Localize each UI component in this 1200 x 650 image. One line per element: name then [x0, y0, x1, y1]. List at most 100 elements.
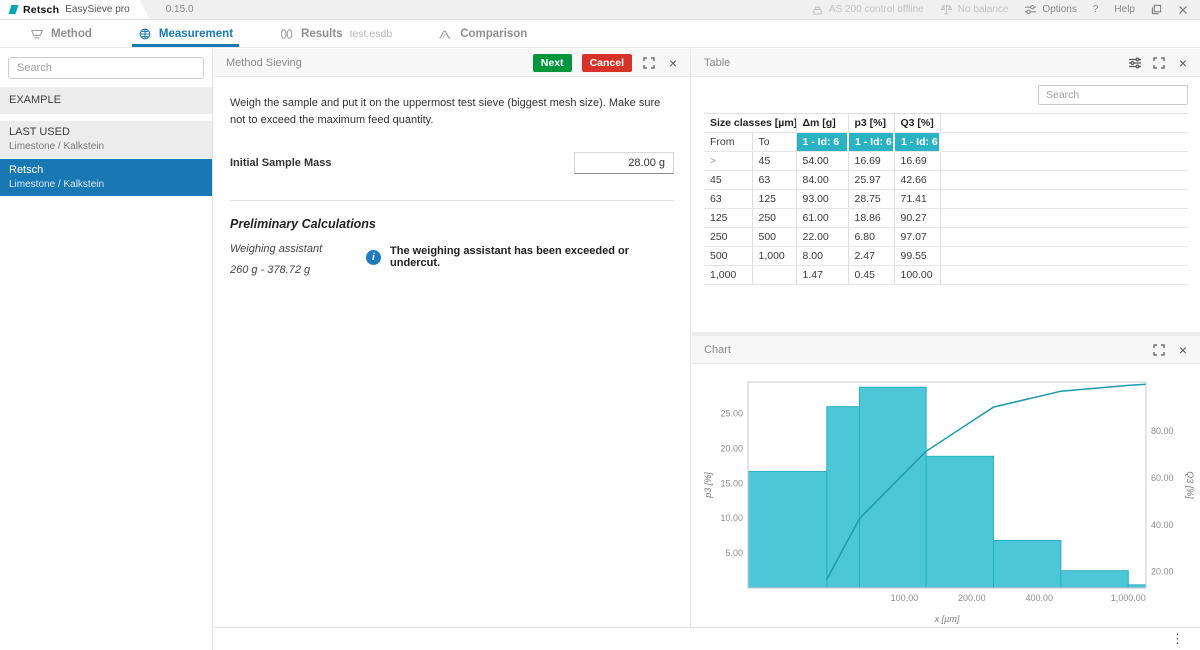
- cell-q3[interactable]: 90.27: [894, 209, 940, 228]
- sidebar-item-example[interactable]: EXAMPLE: [0, 87, 212, 114]
- initial-sample-mass-input[interactable]: [574, 152, 674, 174]
- panel-actions: ×: [1152, 342, 1190, 358]
- quick-help-button[interactable]: ?: [1093, 4, 1099, 15]
- table-search-input[interactable]: [1038, 85, 1188, 105]
- expand-panel-button[interactable]: [642, 55, 656, 71]
- close-window-button[interactable]: [1178, 5, 1188, 15]
- weighing-assistant-range: 260 g - 378.72 g: [230, 264, 342, 276]
- cell-q3[interactable]: 42.66: [894, 171, 940, 190]
- maximize-icon: [1151, 4, 1162, 15]
- section-divider: [230, 200, 674, 201]
- more-options-button[interactable]: ⋮: [1167, 631, 1188, 647]
- titlebar: Retsch EasySieve pro 0.15.0 AS 200 contr…: [0, 0, 1200, 20]
- balance-status: No balance: [940, 3, 1009, 16]
- svg-text:60.00: 60.00: [1151, 473, 1174, 483]
- sidebar-item-last-used[interactable]: LAST USED Limestone / Kalkstein: [0, 121, 212, 158]
- table-row[interactable]: 6312593.0028.7571.41: [704, 190, 1188, 209]
- tab-measurement[interactable]: Measurement: [138, 20, 233, 47]
- cell-from[interactable]: 125: [704, 209, 752, 228]
- cell-p3[interactable]: 0.45: [848, 266, 894, 285]
- expand-icon: [1153, 57, 1165, 69]
- cell-p3[interactable]: 6.80: [848, 228, 894, 247]
- expand-panel-button[interactable]: [1152, 342, 1166, 358]
- table-row[interactable]: 12525061.0018.8690.27: [704, 209, 1188, 228]
- cell-to[interactable]: 63: [752, 171, 796, 190]
- cell-p3[interactable]: 25.97: [848, 171, 894, 190]
- series-id-badge[interactable]: 1 - Id: 6: [796, 133, 848, 152]
- app-logo-tab[interactable]: Retsch EasySieve pro: [0, 0, 150, 19]
- cell-from[interactable]: 1,000: [704, 266, 752, 285]
- column-header-filler: [940, 133, 1188, 152]
- sieve-machine-icon: [811, 3, 824, 16]
- cell-from[interactable]: 45: [704, 171, 752, 190]
- cell-from[interactable]: 63: [704, 190, 752, 209]
- column-header-p3[interactable]: p3 [%]: [848, 114, 894, 133]
- cell-dm[interactable]: 61.00: [796, 209, 848, 228]
- cell-to[interactable]: [752, 266, 796, 285]
- column-header-q3[interactable]: Q3 [%]: [894, 114, 940, 133]
- column-header-from[interactable]: From: [704, 133, 752, 152]
- cell-to[interactable]: 45: [752, 152, 796, 171]
- sidebar-item-retsch-selected[interactable]: Retsch Limestone / Kalkstein: [0, 159, 212, 196]
- cell-filler: [940, 209, 1188, 228]
- tab-results[interactable]: Results test.esdb: [279, 20, 392, 47]
- preliminary-calculations-title: Preliminary Calculations: [230, 217, 674, 231]
- svg-text:25.00: 25.00: [720, 408, 743, 418]
- tab-label: Method: [51, 28, 92, 40]
- table-body: >4554.0016.6916.69456384.0025.9742.66631…: [704, 152, 1188, 285]
- cell-dm[interactable]: 1.47: [796, 266, 848, 285]
- maximize-button[interactable]: [1151, 4, 1162, 15]
- table-row[interactable]: 456384.0025.9742.66: [704, 171, 1188, 190]
- chart-body: 5.0010.0015.0020.0025.0020.0040.0060.008…: [692, 364, 1200, 629]
- cell-q3[interactable]: 97.07: [894, 228, 940, 247]
- options-button[interactable]: Options: [1024, 3, 1076, 16]
- cell-dm[interactable]: 54.00: [796, 152, 848, 171]
- table-row[interactable]: >4554.0016.6916.69: [704, 152, 1188, 171]
- table-row[interactable]: 25050022.006.8097.07: [704, 228, 1188, 247]
- cell-q3[interactable]: 16.69: [894, 152, 940, 171]
- cell-from[interactable]: >: [704, 152, 752, 171]
- histogram-bar: [1061, 571, 1128, 588]
- series-id-badge[interactable]: 1 - Id: 6: [894, 133, 940, 152]
- cell-to[interactable]: 1,000: [752, 247, 796, 266]
- cell-p3[interactable]: 18.86: [848, 209, 894, 228]
- cell-to[interactable]: 500: [752, 228, 796, 247]
- cell-p3[interactable]: 16.69: [848, 152, 894, 171]
- sidebar-search-input[interactable]: [8, 57, 204, 79]
- cell-q3[interactable]: 100.00: [894, 266, 940, 285]
- cell-to[interactable]: 125: [752, 190, 796, 209]
- cell-p3[interactable]: 2.47: [848, 247, 894, 266]
- close-panel-button[interactable]: ×: [1176, 55, 1190, 71]
- cell-dm[interactable]: 8.00: [796, 247, 848, 266]
- next-button[interactable]: Next: [533, 54, 572, 72]
- weighing-warning: i The weighing assistant has been exceed…: [366, 245, 674, 269]
- close-panel-button[interactable]: ×: [1176, 342, 1190, 358]
- column-header-dm[interactable]: Δm [g]: [796, 114, 848, 133]
- tab-method[interactable]: Method: [30, 20, 92, 47]
- cell-dm[interactable]: 93.00: [796, 190, 848, 209]
- cell-q3[interactable]: 99.55: [894, 247, 940, 266]
- expand-panel-button[interactable]: [1152, 55, 1166, 71]
- help-button[interactable]: Help: [1114, 4, 1135, 15]
- series-id-badge[interactable]: 1 - Id: 6: [848, 133, 894, 152]
- cell-p3[interactable]: 28.75: [848, 190, 894, 209]
- table-row[interactable]: 5001,0008.002.4799.55: [704, 247, 1188, 266]
- column-header-to[interactable]: To: [752, 133, 796, 152]
- cell-from[interactable]: 500: [704, 247, 752, 266]
- cell-filler: [940, 228, 1188, 247]
- svg-text:p3 [%]: p3 [%]: [703, 472, 713, 499]
- preliminary-calculations-row: Weighing assistant 260 g - 378.72 g i Th…: [230, 243, 674, 276]
- svg-text:10.00: 10.00: [720, 513, 743, 523]
- table-settings-button[interactable]: [1128, 55, 1142, 71]
- column-header-size-classes[interactable]: Size classes [µm]: [704, 114, 796, 133]
- tab-comparison[interactable]: Comparison: [438, 20, 527, 47]
- cell-from[interactable]: 250: [704, 228, 752, 247]
- table-row[interactable]: 1,000 1.470.45100.00: [704, 266, 1188, 285]
- cell-q3[interactable]: 71.41: [894, 190, 940, 209]
- close-panel-button[interactable]: ×: [666, 55, 680, 71]
- cell-dm[interactable]: 84.00: [796, 171, 848, 190]
- cell-dm[interactable]: 22.00: [796, 228, 848, 247]
- cell-to[interactable]: 250: [752, 209, 796, 228]
- cancel-button[interactable]: Cancel: [582, 54, 632, 72]
- method-sidebar: EXAMPLE LAST USED Limestone / Kalkstein …: [0, 49, 213, 650]
